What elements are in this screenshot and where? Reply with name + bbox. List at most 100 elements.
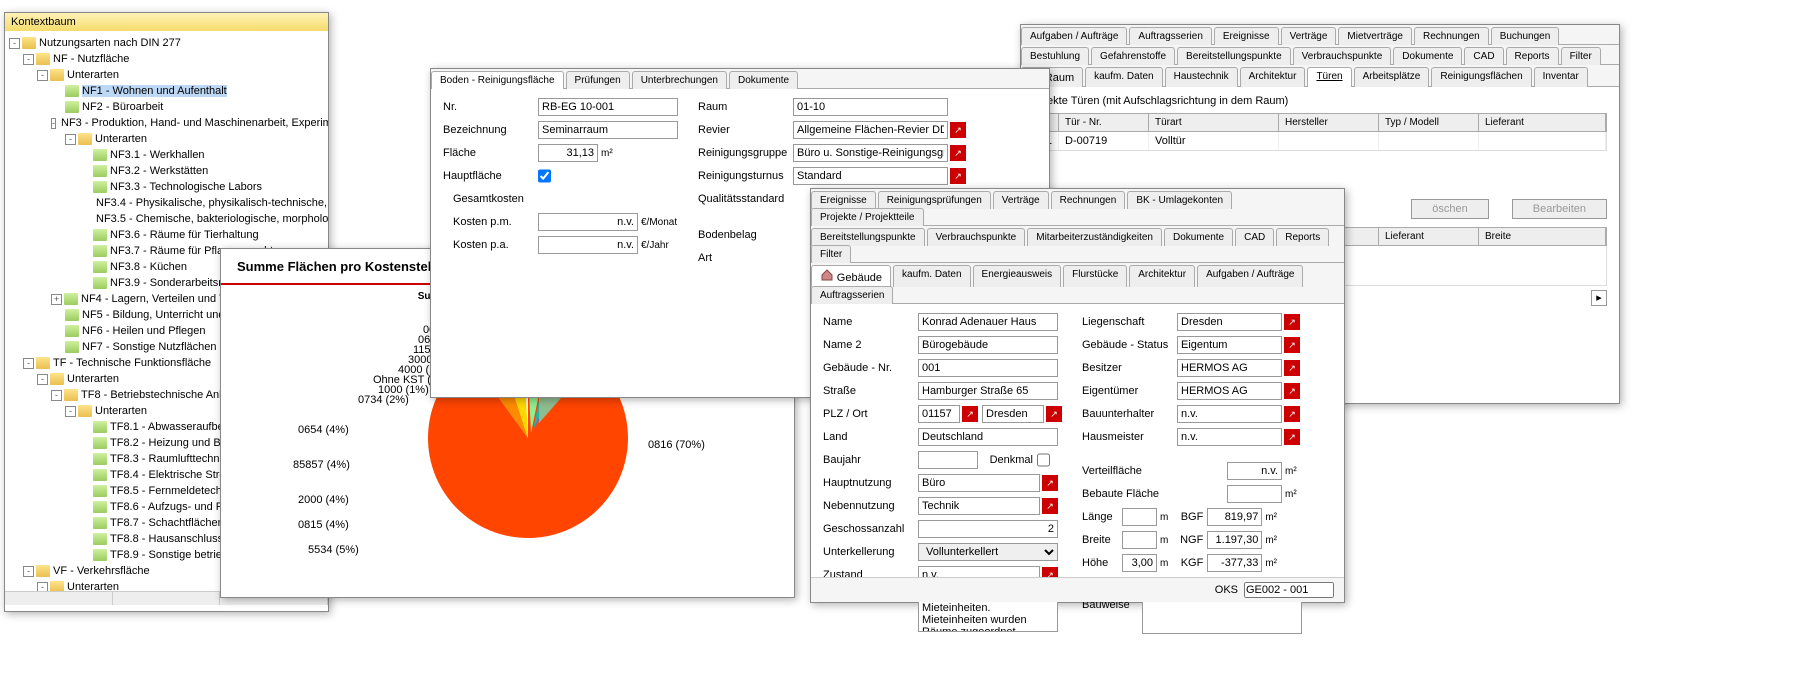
tab-rechnungen2[interactable]: Rechnungen — [1051, 191, 1126, 209]
tree-tf87[interactable]: TF8.7 - Schachtflächen — [110, 517, 224, 529]
expand-icon[interactable]: - — [65, 134, 76, 145]
tab-flur[interactable]: Flurstücke — [1063, 265, 1127, 287]
tree-root[interactable]: Nutzungsarten nach DIN 277 — [39, 37, 181, 49]
input-str[interactable] — [918, 382, 1058, 400]
tree-vf[interactable]: VF - Verkehrsfläche — [53, 565, 150, 577]
tab-unterbrechungen[interactable]: Unterbrechungen — [632, 71, 727, 89]
tab-verbrauch[interactable]: Verbrauchspunkte — [1293, 47, 1392, 65]
tab-projekte[interactable]: Projekte / Projektteile — [811, 208, 924, 226]
input-kgf[interactable] — [1207, 554, 1262, 572]
input-name[interactable] — [918, 313, 1058, 331]
tree-nf34[interactable]: NF3.4 - Physikalische, physikalisch-tech… — [96, 197, 328, 209]
lookup-icon[interactable]: ↗ — [1284, 429, 1300, 445]
input-bgf[interactable] — [1207, 508, 1262, 526]
tab-arch2[interactable]: Architektur — [1129, 265, 1195, 287]
input-ho[interactable] — [1122, 554, 1157, 572]
tab-bereitstellung[interactable]: Bereitstellungspunkte — [1177, 47, 1291, 65]
input-bf[interactable] — [1227, 485, 1282, 503]
lookup-icon[interactable]: ↗ — [1284, 383, 1300, 399]
tree-nf35[interactable]: NF3.5 - Chemische, bakteriologische, mor… — [96, 213, 328, 225]
expand-icon[interactable]: - — [65, 406, 76, 417]
expand-icon[interactable]: - — [23, 358, 34, 369]
status-oks-value[interactable] — [1244, 582, 1334, 598]
tree-nf[interactable]: NF - Nutzfläche — [53, 53, 129, 65]
lookup-icon[interactable]: ↗ — [1042, 498, 1058, 514]
lookup-icon[interactable]: ↗ — [1046, 406, 1062, 422]
col-tuernr[interactable]: Tür - Nr. — [1059, 114, 1149, 131]
input-ngf[interactable] — [1207, 531, 1262, 549]
expand-icon[interactable]: - — [51, 390, 62, 401]
tab-architektur[interactable]: Architektur — [1240, 67, 1306, 87]
tab-aufg2[interactable]: Aufgaben / Aufträge — [1197, 265, 1303, 287]
tree-unt2[interactable]: Unterarten — [95, 133, 147, 145]
tab-gefahrenstoffe[interactable]: Gefahrenstoffe — [1091, 47, 1175, 65]
tree-nf33[interactable]: NF3.3 - Technologische Labors — [110, 181, 262, 193]
scroll-right-icon[interactable]: ▸ — [1591, 290, 1607, 306]
tab-bestuhlung[interactable]: Bestuhlung — [1021, 47, 1089, 65]
input-eig[interactable] — [1177, 382, 1282, 400]
tree-nf32[interactable]: NF3.2 - Werkstätten — [110, 165, 208, 177]
chk-denkmal[interactable] — [1037, 451, 1050, 469]
expand-icon[interactable]: - — [37, 582, 48, 592]
tab-cad[interactable]: CAD — [1464, 47, 1503, 65]
chk-hauptflaeche[interactable] — [538, 167, 551, 185]
tree-unt5[interactable]: Unterarten — [67, 581, 119, 591]
tab-cad2[interactable]: CAD — [1235, 228, 1274, 246]
tab-auftragsserien[interactable]: Auftragsserien — [1129, 27, 1211, 45]
tree-nf36[interactable]: NF3.6 - Räume für Tierhaltung — [110, 229, 259, 241]
tab-reinpruef[interactable]: Reinigungsprüfungen — [878, 191, 991, 209]
tab-vertraege[interactable]: Verträge — [1281, 27, 1337, 45]
col-tuerart[interactable]: Türart — [1149, 114, 1279, 131]
expand-icon[interactable]: + — [51, 294, 62, 305]
lookup-icon[interactable]: ↗ — [962, 406, 978, 422]
tab-pruefungen[interactable]: Prüfungen — [566, 71, 630, 89]
tree-unt3[interactable]: Unterarten — [67, 373, 119, 385]
tree-nf2[interactable]: NF2 - Büroarbeit — [82, 101, 163, 113]
tree-nf6[interactable]: NF6 - Heilen und Pflegen — [82, 325, 206, 337]
tab-dokumente[interactable]: Dokumente — [1393, 47, 1462, 65]
input-gnr[interactable] — [918, 359, 1058, 377]
loeschen-button[interactable]: öschen — [1411, 199, 1488, 219]
tab-reports2[interactable]: Reports — [1276, 228, 1329, 246]
tab-ereignisse2[interactable]: Ereignisse — [811, 191, 876, 209]
input-land[interactable] — [918, 428, 1058, 446]
expand-icon[interactable]: - — [23, 54, 34, 65]
lookup-icon[interactable]: ↗ — [1284, 360, 1300, 376]
tab-rechnungen[interactable]: Rechnungen — [1414, 27, 1489, 45]
input-bu[interactable] — [1177, 405, 1282, 423]
tab-dok[interactable]: Dokumente — [729, 71, 798, 89]
tab-mitarbeiter[interactable]: Mitarbeiterzuständigkeiten — [1027, 228, 1162, 246]
tab-bereit2[interactable]: Bereitstellungspunkte — [811, 228, 925, 246]
input-gst[interactable] — [1177, 336, 1282, 354]
lookup-icon[interactable]: ↗ — [950, 168, 966, 184]
input-bes[interactable] — [1177, 359, 1282, 377]
tree-nf3[interactable]: NF3 - Produktion, Hand- und Maschinenarb… — [61, 117, 328, 129]
input-nr[interactable] — [538, 98, 678, 116]
lookup-icon[interactable]: ↗ — [1284, 406, 1300, 422]
expand-icon[interactable]: - — [51, 118, 56, 129]
col-typ[interactable]: Typ / Modell — [1379, 114, 1479, 131]
input-plz[interactable] — [918, 405, 960, 423]
textarea-bw[interactable] — [1142, 599, 1302, 634]
input-raum[interactable] — [793, 98, 948, 116]
tree-nf1[interactable]: NF1 - Wohnen und Aufenthalt — [82, 85, 227, 97]
input-vf[interactable] — [1227, 462, 1282, 480]
lookup-icon[interactable]: ↗ — [950, 145, 966, 161]
tab-filter[interactable]: Filter — [1561, 47, 1601, 65]
tree-nf31[interactable]: NF3.1 - Werkhallen — [110, 149, 205, 161]
expand-icon[interactable]: - — [37, 70, 48, 81]
input-bj[interactable] — [918, 451, 978, 469]
tab-haustechnik[interactable]: Haustechnik — [1165, 67, 1238, 87]
tree-unt4[interactable]: Unterarten — [95, 405, 147, 417]
input-gz[interactable] — [918, 520, 1058, 538]
tree-tf[interactable]: TF - Technische Funktionsfläche — [53, 357, 211, 369]
input-kpa[interactable] — [538, 236, 638, 254]
bearbeiten-button[interactable]: Bearbeiten — [1512, 199, 1607, 219]
select-uk[interactable]: Vollunterkellert — [918, 543, 1058, 561]
tab-reports[interactable]: Reports — [1506, 47, 1559, 65]
input-bez[interactable] — [538, 121, 678, 139]
tab-mietvertraege[interactable]: Mietverträge — [1338, 27, 1412, 45]
tab-buchungen[interactable]: Buchungen — [1491, 27, 1560, 45]
tab-inventar[interactable]: Inventar — [1534, 67, 1588, 87]
tab-ereignisse[interactable]: Ereignisse — [1214, 27, 1279, 45]
